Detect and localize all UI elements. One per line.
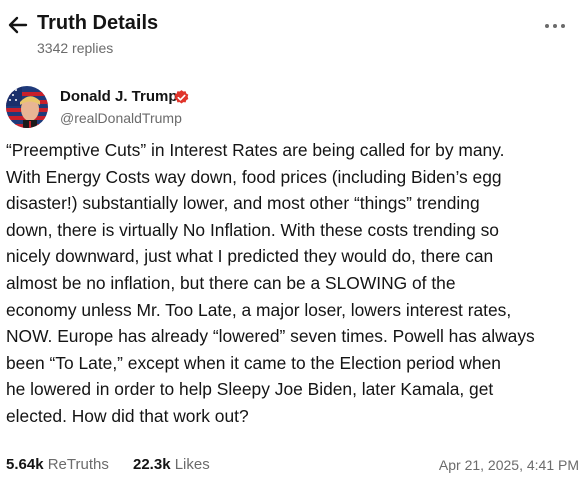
retruths-stat[interactable]: 5.64k ReTruths: [6, 456, 109, 473]
retruths-count: 5.64k: [6, 456, 44, 473]
likes-count: 22.3k: [133, 456, 171, 473]
post-body: “Preemptive Cuts” in Interest Rates are …: [6, 140, 535, 426]
more-options-button[interactable]: [543, 16, 569, 36]
verified-badge-icon: [174, 90, 189, 104]
back-button[interactable]: [6, 13, 30, 37]
avatar-image: [6, 86, 48, 128]
page-title: Truth Details: [37, 12, 159, 34]
post-timestamp: Apr 21, 2025, 4:41 PM: [438, 457, 579, 473]
author-display-name[interactable]: Donald J. Trump: [60, 88, 178, 105]
likes-stat[interactable]: 22.3k Likes: [133, 456, 210, 473]
post-stats: 5.64k ReTruths 22.3k Likes Apr 21, 2025,…: [0, 453, 586, 477]
author-handle[interactable]: @realDonaldTrump: [60, 110, 182, 126]
more-horizontal-icon: [545, 24, 549, 28]
page-header: Truth Details 3342 replies: [0, 0, 586, 72]
author-block: Donald J. Trump @realDonaldTrump: [0, 82, 586, 130]
avatar[interactable]: [6, 86, 48, 128]
replies-count[interactable]: 3342 replies: [37, 40, 113, 56]
likes-label: Likes: [174, 456, 210, 473]
retruths-label: ReTruths: [47, 456, 109, 473]
arrow-left-icon: [8, 16, 28, 34]
